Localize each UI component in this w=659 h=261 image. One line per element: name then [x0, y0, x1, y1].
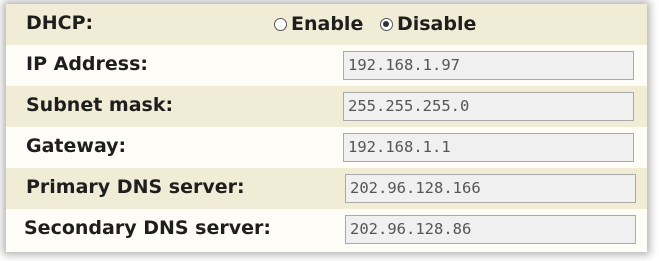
secondary-dns-row: Secondary DNS server: 202.96.128.86 [6, 209, 647, 252]
subnet-mask-field[interactable]: 255.255.255.0 [343, 92, 634, 121]
subnet-mask-row: Subnet mask: 255.255.255.0 [6, 86, 647, 127]
primary-dns-field[interactable]: 202.96.128.166 [345, 174, 636, 203]
ip-address-row: IP Address: 192.168.1.97 [6, 45, 647, 86]
primary-dns-row: Primary DNS server: 202.96.128.166 [6, 168, 647, 209]
subnet-mask-label: Subnet mask: [26, 94, 174, 116]
dhcp-row: DHCP: Enable Disable [6, 4, 647, 45]
dhcp-enable-radio[interactable] [274, 17, 287, 31]
network-settings-panel: DHCP: Enable Disable IP Address: 192.168… [6, 4, 647, 252]
gateway-row: Gateway: 192.168.1.1 [6, 127, 647, 168]
primary-dns-label: Primary DNS server: [26, 176, 245, 198]
dhcp-enable-option[interactable]: Enable [274, 9, 363, 39]
secondary-dns-label: Secondary DNS server: [24, 217, 271, 239]
dhcp-radio-group: Enable Disable [274, 9, 486, 39]
ip-address-label: IP Address: [26, 53, 148, 75]
gateway-label: Gateway: [26, 135, 127, 157]
ip-address-field[interactable]: 192.168.1.97 [343, 51, 634, 80]
dhcp-enable-label[interactable]: Enable [291, 13, 363, 35]
dhcp-label: DHCP: [26, 12, 94, 34]
dhcp-disable-label[interactable]: Disable [397, 13, 476, 35]
dhcp-disable-radio[interactable] [379, 17, 393, 31]
dhcp-disable-option[interactable]: Disable [379, 9, 476, 39]
secondary-dns-field[interactable]: 202.96.128.86 [345, 215, 636, 244]
gateway-field[interactable]: 192.168.1.1 [343, 133, 634, 162]
